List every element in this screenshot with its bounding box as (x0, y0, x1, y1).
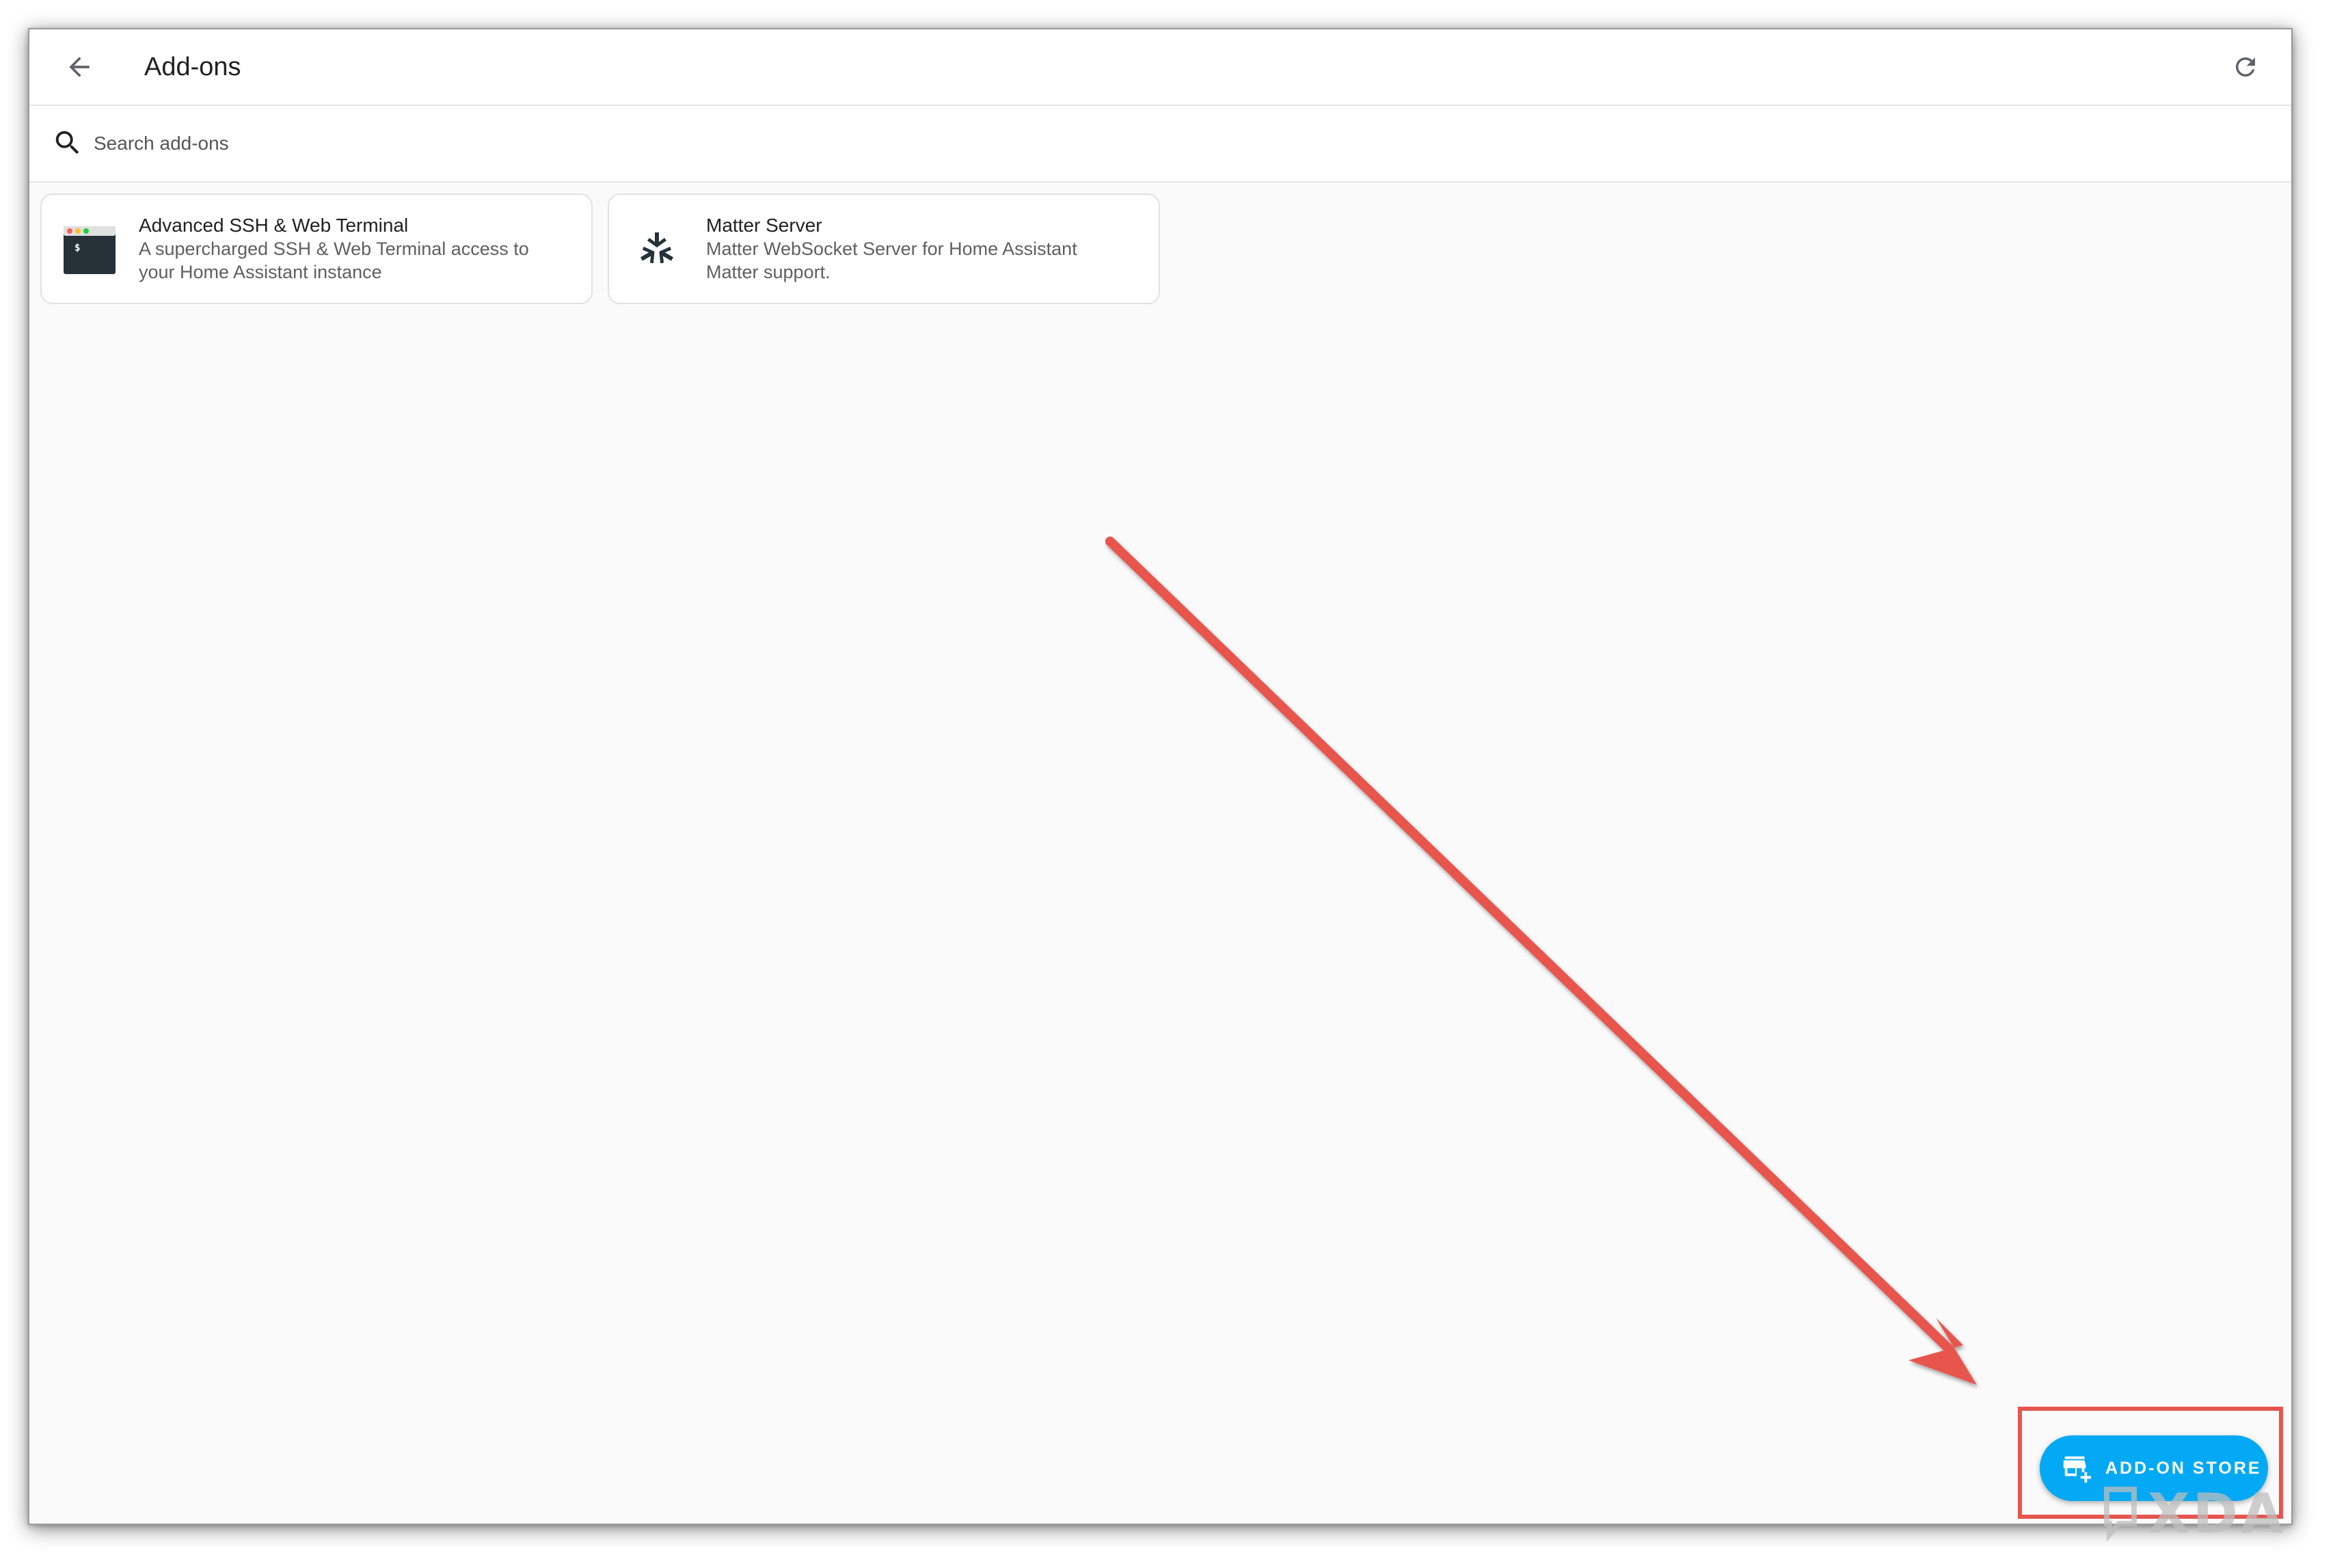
refresh-button[interactable] (2223, 44, 2268, 90)
top-app-bar: Add-ons (29, 29, 2291, 106)
xda-logo-icon (2104, 1487, 2137, 1542)
page-title: Add-ons (144, 53, 241, 81)
addon-title: Matter Server (706, 215, 822, 236)
watermark-text: XDA (2148, 1481, 2286, 1545)
store-plus-icon (2060, 1452, 2093, 1485)
arrow-left-icon (69, 57, 90, 77)
terminal-icon: $ (64, 226, 116, 274)
addon-description: A supercharged SSH & Web Terminal access… (139, 239, 529, 259)
addon-description: Matter support. (706, 262, 831, 282)
addon-description: Matter WebSocket Server for Home Assista… (706, 239, 1077, 259)
addon-title: Advanced SSH & Web Terminal (139, 215, 409, 236)
addon-card-text: Matter Server Matter WebSocket Server fo… (706, 214, 1144, 284)
refresh-icon (2235, 57, 2255, 77)
app-window: Add-ons $ Advanced SSH & Web (28, 28, 2293, 1525)
search-bar (29, 106, 2291, 183)
back-button[interactable] (57, 44, 102, 90)
addon-card-text: Advanced SSH & Web Terminal A supercharg… (139, 214, 576, 284)
addon-card-matter-server[interactable]: Matter Server Matter WebSocket Server fo… (608, 193, 1160, 304)
search-icon (50, 125, 85, 161)
search-input[interactable] (92, 121, 2146, 166)
addon-description: your Home Assistant instance (139, 262, 382, 282)
addon-store-label: ADD-ON STORE (2105, 1458, 2262, 1478)
matter-logo-icon (640, 232, 674, 264)
xda-watermark: XDA (2100, 1481, 2286, 1546)
addon-card-advanced-ssh[interactable]: $ Advanced SSH & Web Terminal A supercha… (40, 193, 593, 304)
svg-text:$: $ (75, 243, 80, 254)
